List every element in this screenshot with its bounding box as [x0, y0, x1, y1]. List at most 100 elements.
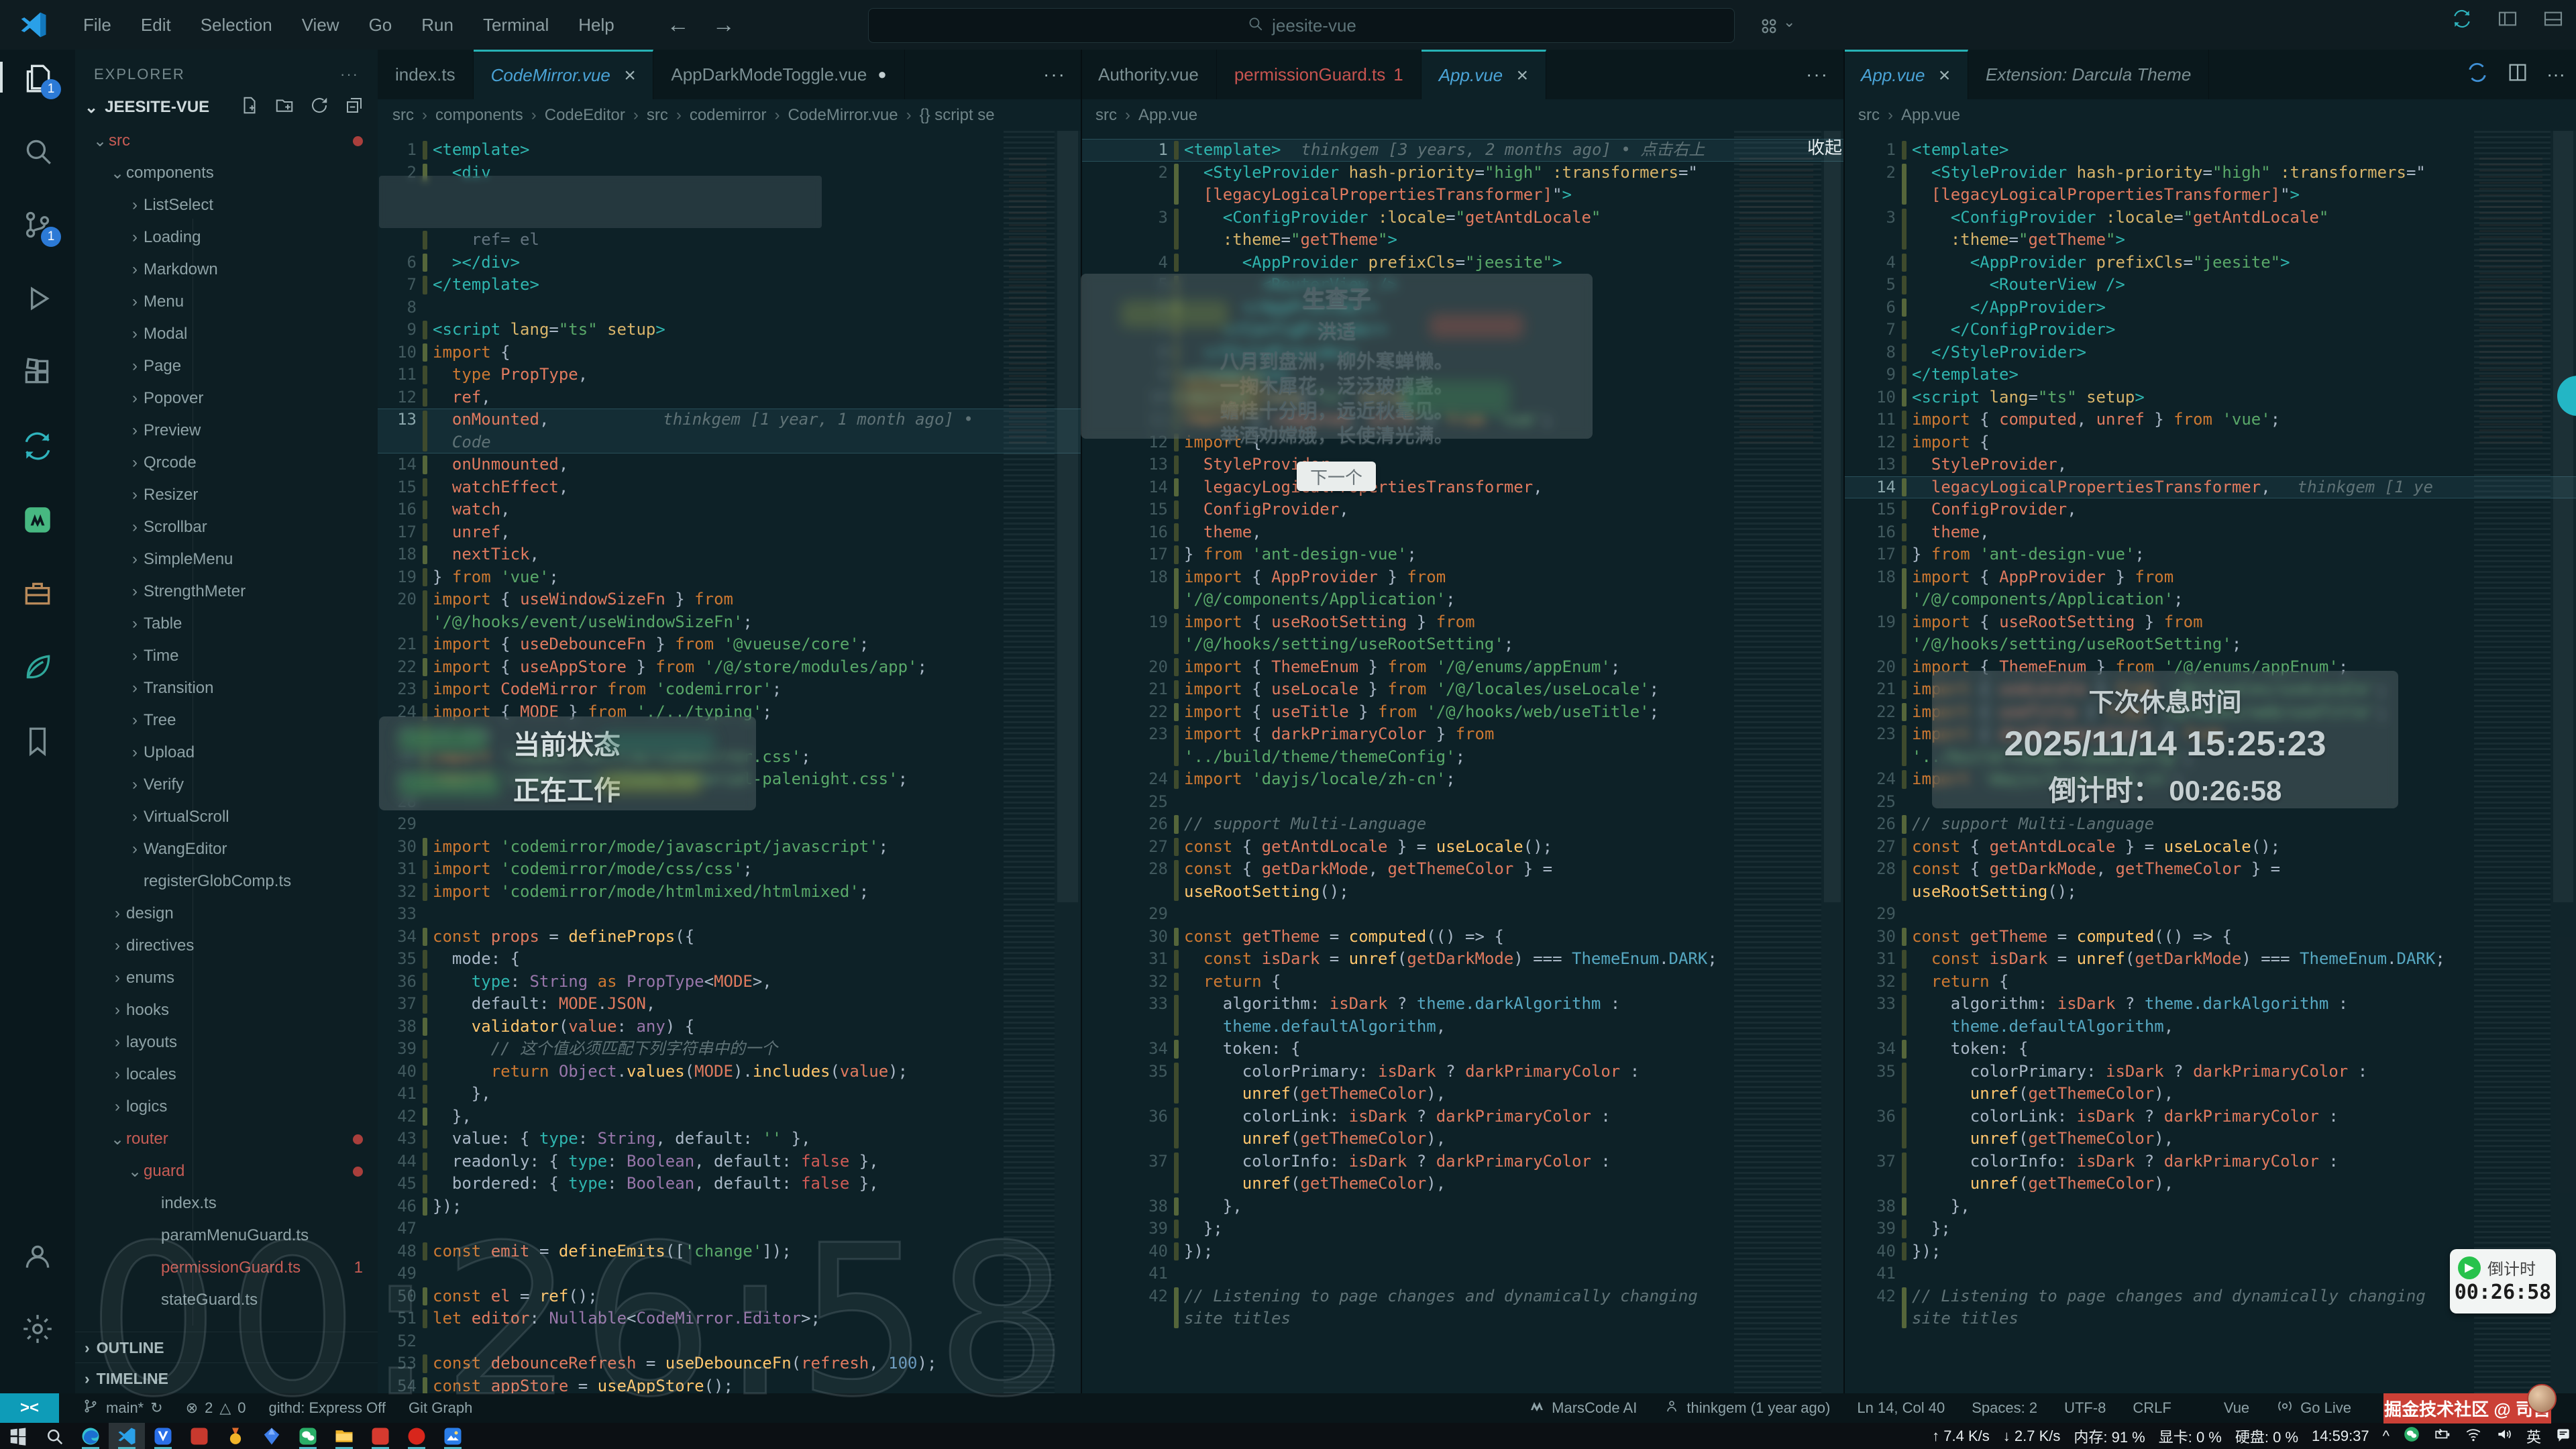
- remote-sync-icon[interactable]: [21, 429, 54, 463]
- tree-item-Table[interactable]: ›Table: [75, 608, 378, 640]
- tab-App.vue[interactable]: App.vue×: [1843, 50, 1968, 99]
- collapse-all-icon[interactable]: [344, 95, 364, 120]
- tree-item-Tree[interactable]: ›Tree: [75, 704, 378, 737]
- breadcrumb-item[interactable]: App.vue: [1138, 106, 1197, 125]
- tree-item-registerGlobComp.ts[interactable]: registerGlobComp.ts: [75, 865, 378, 898]
- tab-overflow-icon[interactable]: ···: [1791, 50, 1843, 99]
- menu-item-terminal[interactable]: Terminal: [471, 9, 561, 41]
- tree-item-guard[interactable]: ⌄guard: [75, 1155, 378, 1187]
- menu-item-help[interactable]: Help: [566, 9, 626, 41]
- remote-indicator[interactable]: ><: [0, 1393, 59, 1423]
- diff-icon[interactable]: [2466, 61, 2489, 89]
- new-folder-icon[interactable]: [274, 95, 294, 120]
- tree-item-Page[interactable]: ›Page: [75, 350, 378, 382]
- menu-item-edit[interactable]: Edit: [129, 9, 183, 41]
- eol-item[interactable]: CRLF: [2133, 1399, 2171, 1417]
- tab-index.ts[interactable]: index.ts: [378, 50, 474, 99]
- new-file-icon[interactable]: [239, 95, 260, 120]
- split-editor-icon[interactable]: [2506, 61, 2529, 89]
- taskbar-start-icon[interactable]: [0, 1423, 36, 1449]
- outline-section[interactable]: ›OUTLINE: [75, 1332, 387, 1363]
- more-icon[interactable]: ···: [2546, 64, 2565, 85]
- tab-Authority.vue[interactable]: Authority.vue: [1081, 50, 1217, 99]
- scrollbar[interactable]: [1055, 131, 1081, 1393]
- refresh-icon[interactable]: [309, 95, 329, 120]
- wechat-tray-icon[interactable]: [2403, 1426, 2420, 1447]
- breadcrumb-item[interactable]: codemirror: [690, 106, 767, 125]
- tree-item-enums[interactable]: ›enums: [75, 962, 378, 994]
- tree-item-ListSelect[interactable]: ›ListSelect: [75, 189, 378, 221]
- collapse-button[interactable]: 收起: [1807, 134, 1842, 159]
- menu-item-view[interactable]: View: [290, 9, 352, 41]
- taskbar-taskbar-search-icon[interactable]: [36, 1423, 72, 1449]
- tree-item-index.ts[interactable]: index.ts: [75, 1187, 378, 1220]
- nav-back-button[interactable]: ←: [667, 12, 690, 38]
- taskbar-vscode-icon[interactable]: [109, 1423, 145, 1449]
- tree-item-SimpleMenu[interactable]: ›SimpleMenu: [75, 543, 378, 576]
- tree-item-router[interactable]: ⌄router: [75, 1123, 378, 1155]
- menu-item-selection[interactable]: Selection: [189, 9, 284, 41]
- breadcrumb-item[interactable]: CodeEditor: [545, 106, 625, 125]
- breadcrumb-item[interactable]: src: [1095, 106, 1117, 125]
- breadcrumb-item[interactable]: src: [392, 106, 414, 125]
- tree-item-Scrollbar[interactable]: ›Scrollbar: [75, 511, 378, 543]
- tree-item-Upload[interactable]: ›Upload: [75, 737, 378, 769]
- ime-indicator[interactable]: 英: [2526, 1426, 2541, 1447]
- tray-battery-icon[interactable]: [2434, 1426, 2451, 1447]
- layout-icon[interactable]: [2497, 8, 2518, 30]
- tab-ExtensionDarculaTheme[interactable]: Extension: Darcula Theme: [1968, 50, 2209, 99]
- tree-item-src[interactable]: ⌄src: [75, 125, 378, 157]
- language-item[interactable]: Vue: [2198, 1397, 2249, 1419]
- tree-item-Popover[interactable]: ›Popover: [75, 382, 378, 415]
- tray-speaker-icon[interactable]: [2496, 1426, 2513, 1447]
- sync-status-icon[interactable]: [2451, 8, 2473, 30]
- tree-item-permissionGuard.ts[interactable]: permissionGuard.ts1: [75, 1252, 378, 1284]
- taskbar-wechat-icon[interactable]: [290, 1423, 326, 1449]
- taskbar-v-app-icon[interactable]: [145, 1423, 181, 1449]
- tree-item-Markdown[interactable]: ›Markdown: [75, 254, 378, 286]
- taskbar-netease-music-icon[interactable]: [398, 1423, 435, 1449]
- encoding-item[interactable]: UTF-8: [2064, 1399, 2106, 1417]
- taskbar-photos-icon[interactable]: [435, 1423, 471, 1449]
- tree-item-Verify[interactable]: ›Verify: [75, 769, 378, 801]
- breadcrumb-item[interactable]: {} script se: [920, 106, 995, 125]
- tree-item-design[interactable]: ›design: [75, 898, 378, 930]
- layout2-icon[interactable]: [2542, 8, 2564, 30]
- tray-notif-icon[interactable]: [2555, 1426, 2572, 1447]
- git-graph-item[interactable]: Git Graph: [409, 1399, 472, 1417]
- tree-item-locales[interactable]: ›locales: [75, 1059, 378, 1091]
- next-button[interactable]: 下一个: [1297, 462, 1376, 491]
- branch-item[interactable]: main*↻: [82, 1397, 163, 1419]
- tree-item-layouts[interactable]: ›layouts: [75, 1026, 378, 1059]
- tree-item-directives[interactable]: ›directives: [75, 930, 378, 962]
- taskbar-edge-icon[interactable]: [72, 1423, 109, 1449]
- leaf-icon[interactable]: [21, 651, 54, 684]
- menu-item-run[interactable]: Run: [409, 9, 466, 41]
- tree-item-Preview[interactable]: ›Preview: [75, 415, 378, 447]
- tree-item-Loading[interactable]: ›Loading: [75, 221, 378, 254]
- project-section-header[interactable]: ⌄JEESITE-VUE: [75, 90, 378, 125]
- tab-overflow-icon[interactable]: ···: [1028, 50, 1081, 99]
- tree-item-Time[interactable]: ›Time: [75, 640, 378, 672]
- settings-icon[interactable]: [21, 1312, 54, 1346]
- nav-forward-button[interactable]: →: [712, 12, 735, 38]
- tab-App.vue[interactable]: App.vue×: [1421, 50, 1546, 99]
- breadcrumb-item[interactable]: src: [647, 106, 668, 125]
- scrollbar[interactable]: [2551, 131, 2576, 1393]
- menu-item-go[interactable]: Go: [357, 9, 405, 41]
- explorer-icon[interactable]: 1: [21, 60, 54, 94]
- extensions-icon[interactable]: [21, 356, 54, 389]
- problems-item[interactable]: ⊗2△0: [186, 1399, 246, 1417]
- marscode-icon[interactable]: [21, 503, 54, 537]
- indentation-item[interactable]: Spaces: 2: [1972, 1399, 2037, 1417]
- tree-item-hooks[interactable]: ›hooks: [75, 994, 378, 1026]
- breadcrumb-item[interactable]: components: [435, 106, 523, 125]
- tree-item-paramMenuGuard.ts[interactable]: paramMenuGuard.ts: [75, 1220, 378, 1252]
- command-center-search[interactable]: jeesite-vue: [868, 8, 1735, 43]
- explorer-more-icon[interactable]: ···: [340, 66, 359, 83]
- tree-item-components[interactable]: ⌄components: [75, 157, 378, 189]
- customize-layout-icon[interactable]: ⌄: [1758, 15, 1780, 38]
- tab-permissionGuard.ts[interactable]: permissionGuard.ts1: [1217, 50, 1421, 99]
- timeline-section[interactable]: ›TIMELINE: [75, 1362, 387, 1394]
- marscode-item[interactable]: MarsCode AI: [1529, 1398, 1637, 1418]
